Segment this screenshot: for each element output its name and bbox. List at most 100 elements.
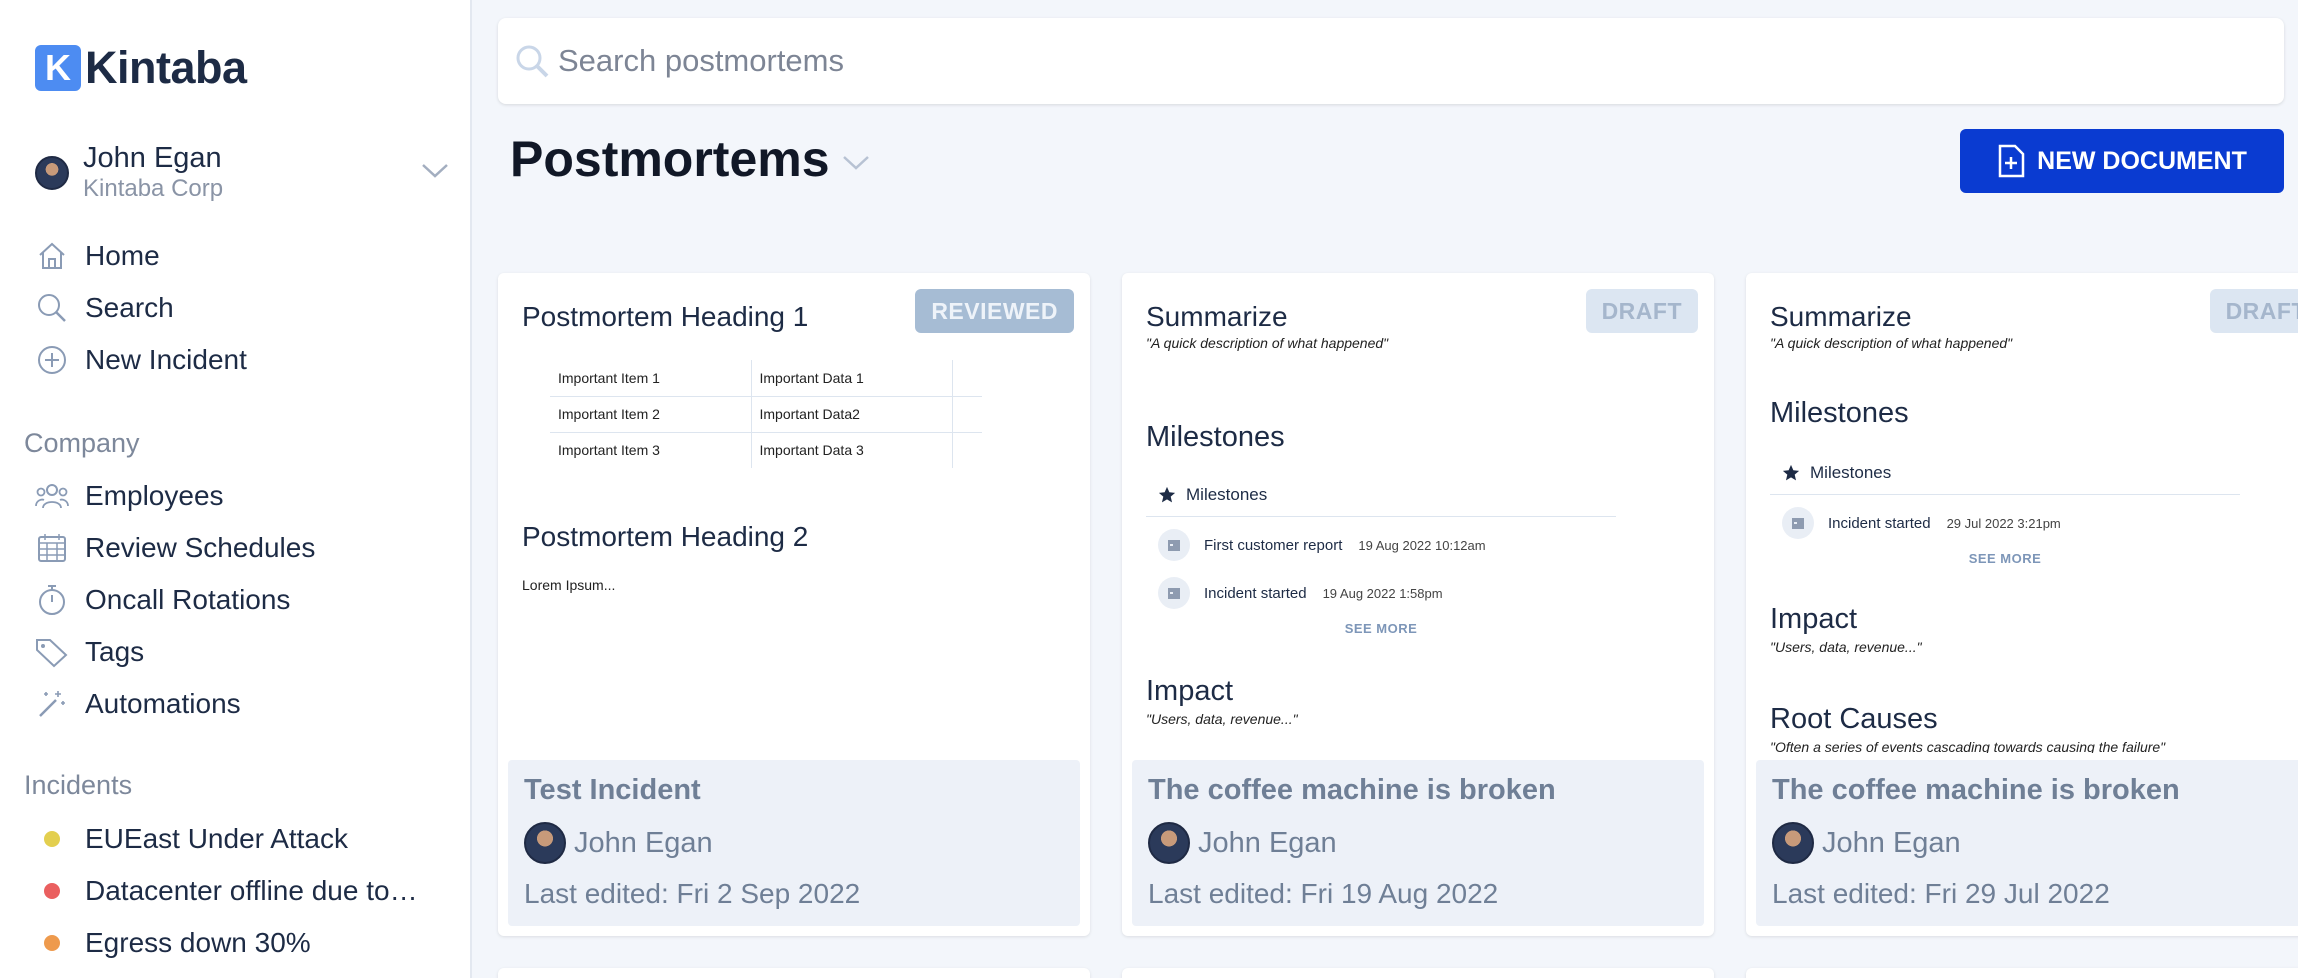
search-input[interactable] [558, 43, 2208, 79]
see-more-link[interactable]: SEE MORE [1146, 621, 1616, 636]
document-preview: Summarize "A quick description of what h… [1146, 273, 1690, 753]
nav-label: New Incident [85, 344, 247, 375]
incident-item[interactable]: Datacenter offline due to… [35, 865, 455, 917]
calendar-event-icon [1158, 577, 1190, 609]
nav-item-automations[interactable]: Automations [35, 678, 455, 730]
app-name: Kintaba [85, 42, 247, 93]
incident-label: Egress down 30% [85, 927, 311, 958]
status-dot [44, 935, 60, 951]
preview-quote: "Often a series of events cascading towa… [1770, 739, 2166, 753]
chevron-down-icon[interactable] [842, 154, 870, 172]
card-footer: The coffee machine is broken John Egan L… [1756, 760, 2298, 926]
milestone-row: Incident started 19 Aug 2022 1:58pm [1146, 569, 1616, 617]
home-icon [35, 239, 69, 273]
avatar [1148, 822, 1190, 864]
incident-item[interactable]: Egress down 30% [35, 917, 455, 969]
milestone-label: Incident started [1204, 584, 1307, 602]
table-row: Important Item 3 Important Data 3 [550, 431, 982, 468]
nav-label: Home [85, 240, 160, 271]
postmortem-card[interactable] [498, 968, 1090, 978]
table-cell: Important Data 3 [750, 431, 953, 468]
table-row: Important Item 1 Important Data 1 [550, 360, 982, 397]
table-cell: Important Item 2 [550, 395, 752, 433]
calendar-event-icon [1782, 507, 1814, 539]
table-cell [951, 431, 982, 468]
author-name: John Egan [574, 826, 713, 859]
incident-label: Datacenter offline due to… [85, 875, 418, 906]
search-icon [516, 45, 549, 78]
postmortem-card[interactable]: DRAFT Summarize "A quick description of … [1122, 273, 1714, 936]
incidents-nav: EUEast Under Attack Datacenter offline d… [35, 813, 455, 969]
milestone-row: First customer report 19 Aug 2022 10:12a… [1146, 521, 1616, 569]
nav-item-tags[interactable]: Tags [35, 626, 455, 678]
table-cell [951, 395, 982, 433]
postmortem-card[interactable]: REVIEWED Postmortem Heading 1 Important … [498, 273, 1090, 936]
preview-quote: "Users, data, revenue..." [1770, 639, 1922, 655]
chevron-down-icon[interactable] [421, 162, 449, 180]
user-org: Kintaba Corp [83, 175, 224, 202]
preview-heading: Postmortem Heading 1 [522, 301, 809, 332]
nav-item-oncall-rotations[interactable]: Oncall Rotations [35, 574, 455, 626]
table-cell: Important Item 1 [550, 360, 752, 397]
nav-label: Search [85, 292, 174, 323]
app-logo[interactable]: K Kintaba [35, 42, 247, 94]
preview-quote: "Users, data, revenue..." [1146, 711, 1298, 727]
milestones-label: Milestones [1186, 484, 1268, 504]
nav-label: Employees [85, 480, 224, 511]
preview-table: Important Item 1 Important Data 1 Importa… [550, 360, 982, 468]
preview-heading: Summarize [1146, 301, 1288, 332]
main-nav: Home Search New Incident [35, 230, 455, 386]
incident-item[interactable]: EUEast Under Attack [35, 813, 455, 865]
postmortem-card[interactable] [1746, 968, 2298, 978]
postmortem-card[interactable]: DRAFT Summarize "A quick description of … [1746, 273, 2298, 936]
user-switcher[interactable]: John Egan Kintaba Corp [35, 140, 449, 206]
page-title[interactable]: Postmortems [510, 130, 870, 188]
document-preview: Summarize "A quick description of what h… [1770, 273, 2298, 753]
preview-heading: Postmortem Heading 2 [522, 521, 809, 552]
document-preview: Postmortem Heading 1 Important Item 1 Imp… [522, 273, 1066, 753]
star-icon [1158, 486, 1176, 502]
search-icon [35, 291, 69, 325]
milestone-label: First customer report [1204, 536, 1343, 554]
avatar [524, 822, 566, 864]
preview-heading: Impact [1770, 603, 1858, 635]
status-dot [44, 831, 60, 847]
table-cell: Important Data 1 [750, 360, 953, 397]
section-title-company: Company [24, 428, 140, 458]
preview-heading: Root Causes [1770, 703, 1938, 735]
last-edited: Last edited: Fri 2 Sep 2022 [524, 878, 861, 909]
milestones-widget: Milestones First customer report 19 Aug … [1146, 473, 1616, 636]
nav-item-home[interactable]: Home [35, 230, 455, 282]
table-cell: Important Item 3 [550, 431, 752, 468]
nav-label: Review Schedules [85, 532, 316, 563]
calendar-icon [35, 531, 69, 565]
search-bar[interactable] [498, 18, 2284, 104]
nav-label: Automations [85, 688, 241, 719]
milestones-header: Milestones [1146, 473, 1616, 517]
last-edited: Last edited: Fri 19 Aug 2022 [1148, 878, 1499, 909]
milestone-label: Incident started [1828, 514, 1931, 532]
user-name: John Egan [83, 142, 222, 174]
postmortem-card[interactable] [1122, 968, 1714, 978]
card-title: The coffee machine is broken [1148, 774, 1556, 806]
table-cell [951, 360, 982, 397]
preview-body: Lorem Ipsum... [522, 577, 616, 593]
see-more-link[interactable]: SEE MORE [1770, 551, 2240, 566]
new-document-button[interactable]: NEW DOCUMENT [1960, 129, 2284, 193]
people-icon [35, 479, 69, 513]
incident-label: EUEast Under Attack [85, 823, 349, 854]
preview-heading: Impact [1146, 675, 1234, 707]
milestones-label: Milestones [1810, 462, 1892, 482]
table-row: Important Item 2 Important Data2 [550, 395, 982, 433]
calendar-event-icon [1158, 529, 1190, 561]
new-document-label: NEW DOCUMENT [2037, 146, 2247, 175]
nav-item-new-incident[interactable]: New Incident [35, 334, 455, 386]
nav-item-search[interactable]: Search [35, 282, 455, 334]
plus-circle-icon [35, 343, 69, 377]
sidebar: K Kintaba John Egan Kintaba Corp Home Se… [0, 0, 472, 978]
nav-item-review-schedules[interactable]: Review Schedules [35, 522, 455, 574]
nav-item-employees[interactable]: Employees [35, 470, 455, 522]
preview-quote: "A quick description of what happened" [1770, 335, 2013, 351]
preview-heading: Milestones [1146, 421, 1285, 453]
page-title-text: Postmortems [510, 131, 830, 187]
